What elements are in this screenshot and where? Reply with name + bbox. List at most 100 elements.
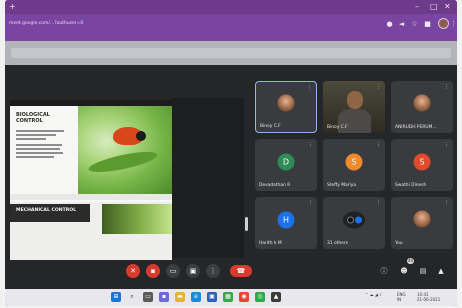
tile-menu-icon[interactable]: ⋮ <box>308 200 313 206</box>
tile-menu-icon[interactable]: ⋮ <box>376 84 381 90</box>
participant-name: Binoy C.F <box>260 124 281 129</box>
initial-avatar: D <box>277 153 295 171</box>
start-icon[interactable]: ⊞ <box>111 292 121 302</box>
tile-menu-icon[interactable]: ⋮ <box>308 142 313 148</box>
excel-icon[interactable]: ▦ <box>223 292 233 302</box>
profile-avatar[interactable] <box>438 18 449 29</box>
initial-avatar: S <box>345 153 363 171</box>
slide-text-line <box>16 152 63 154</box>
initial-avatar: S <box>413 153 431 171</box>
bookmark-star-icon[interactable]: ☆ <box>410 20 419 29</box>
others-dot-icon <box>354 216 362 224</box>
participant-tile[interactable]: You ⋮ <box>391 197 453 249</box>
captions-icon: ▭ <box>169 267 177 275</box>
windows-taskbar: ⊞ ⌕ ▭ ▪ ▬ e ▣ ▦ ◉ ◎ ▲ ⌃ ☁ ◢ ♪ ENG IN 10:4… <box>5 289 457 306</box>
tile-menu-icon[interactable]: ⋮ <box>376 142 381 148</box>
tile-menu-icon[interactable]: ⋮ <box>376 200 381 206</box>
participant-tile[interactable]: S Swathi Dinesh ⋮ <box>391 139 453 191</box>
address-bar[interactable]: meet.google.com/...?authuser=0 ● ◄ ☆ ■ ⋮ <box>5 14 457 41</box>
tile-menu-icon[interactable]: ⋮ <box>444 84 449 90</box>
tray-icons[interactable]: ⌃ ☁ ◢ ♪ <box>365 292 382 297</box>
slide-text-line <box>16 148 60 150</box>
participant-name: Harith k M <box>259 241 282 246</box>
camera-off-icon: ▪ <box>150 267 156 275</box>
task-view-icon[interactable]: ▭ <box>143 292 153 302</box>
search-icon[interactable]: ⌕ <box>127 292 137 302</box>
activities-button[interactable]: ▲ <box>436 266 446 276</box>
leave-call-button[interactable]: ☎ <box>230 265 252 277</box>
participant-name: Devadathan R <box>259 183 291 188</box>
slide-text-line <box>16 138 46 140</box>
ladybug-head <box>136 131 146 141</box>
people-button[interactable]: ☻ <box>399 266 409 276</box>
mechanical-photo <box>102 204 172 234</box>
file-explorer-icon[interactable]: ▬ <box>175 292 185 302</box>
meeting-info-button[interactable]: ⓘ <box>379 266 389 276</box>
people-icon: ☻ <box>400 267 408 275</box>
browser-titlebar: + – □ ✕ <box>5 0 457 14</box>
minimize-button[interactable]: – <box>415 2 419 12</box>
profile-photo-avatar <box>413 210 431 228</box>
present-button[interactable]: ▣ <box>186 264 200 278</box>
slide-title: BIOLOGICAL CONTROL <box>16 112 50 124</box>
language-indicator[interactable]: ENG IN <box>397 292 406 302</box>
slide-text-line <box>16 156 54 158</box>
chat-icon: ▤ <box>419 267 427 275</box>
extensions-icon[interactable]: ■ <box>423 20 432 29</box>
participant-tile[interactable]: D Devadathan R ⋮ <box>255 139 317 191</box>
whatsapp-icon[interactable]: ◎ <box>255 292 265 302</box>
store-icon[interactable]: ▣ <box>207 292 217 302</box>
participant-face <box>347 91 363 109</box>
tile-menu-icon[interactable]: ⋮ <box>444 142 449 148</box>
participants-count-badge: 40 <box>407 258 414 264</box>
participant-tile[interactable]: ANIRUDH PERUM... ⋮ <box>391 81 453 133</box>
edge-icon[interactable]: e <box>191 292 201 302</box>
profile-photo-avatar <box>277 94 295 112</box>
chat-button[interactable]: ▤ <box>418 266 428 276</box>
app-icon[interactable]: ▲ <box>271 292 281 302</box>
meet-header-bar <box>5 41 457 65</box>
url-text[interactable]: meet.google.com/...?authuser=0 <box>9 21 83 26</box>
chrome-icon[interactable]: ◉ <box>239 292 249 302</box>
mic-off-button[interactable]: ✕ <box>126 264 140 278</box>
browser-menu-icon[interactable]: ⋮ <box>449 20 457 29</box>
participant-name: Swathi Dinesh <box>395 183 427 188</box>
present-icon: ▣ <box>189 267 197 275</box>
more-icon: ⋮ <box>209 267 217 275</box>
captions-button[interactable]: ▭ <box>166 264 180 278</box>
participant-tile[interactable]: Binoy C.F ⋮ <box>255 81 317 133</box>
participant-name: You <box>395 241 403 246</box>
participant-name: Binoy C.F <box>327 125 348 130</box>
camera-permission-icon[interactable]: ● <box>385 20 394 29</box>
participant-tile[interactable]: Binoy C.F ⋮ <box>323 81 385 133</box>
participant-name: ANIRUDH PERUM... <box>395 125 437 130</box>
clock[interactable]: 10:41 21-06-2021 <box>417 292 440 302</box>
teams-chat-icon[interactable]: ▪ <box>159 292 169 302</box>
header-strip <box>11 48 451 58</box>
clock-date: 21-06-2021 <box>417 297 441 302</box>
more-options-button[interactable]: ⋮ <box>206 264 220 278</box>
camera-off-button[interactable]: ▪ <box>146 264 160 278</box>
slide-text-line <box>16 134 56 136</box>
close-window-button[interactable]: ✕ <box>444 2 451 12</box>
hangup-icon: ☎ <box>236 267 246 275</box>
new-tab-button[interactable]: + <box>9 2 16 12</box>
ladybug-photo <box>78 106 172 194</box>
info-icon: ⓘ <box>380 267 388 275</box>
others-dot-icon <box>346 216 354 224</box>
profile-photo-avatar <box>413 94 431 112</box>
participant-tile[interactable]: H Harith k M ⋮ <box>255 197 317 249</box>
tile-menu-icon[interactable]: ⋮ <box>444 200 449 206</box>
slide-text-line <box>16 144 62 146</box>
slide-text-line <box>16 130 64 132</box>
tile-resize-handle[interactable] <box>245 217 248 231</box>
participant-tile[interactable]: 31 others ⋮ <box>323 197 385 249</box>
share-icon[interactable]: ◄ <box>397 20 406 29</box>
maximize-button[interactable]: □ <box>430 2 438 12</box>
slide-divider <box>10 194 172 200</box>
tile-menu-icon[interactable]: ⋮ <box>307 85 312 91</box>
activities-icon: ▲ <box>438 267 444 275</box>
participant-tile[interactable]: S Steffy Mariya ⋮ <box>323 139 385 191</box>
presentation-margin <box>172 98 244 258</box>
initial-avatar: H <box>277 211 295 229</box>
